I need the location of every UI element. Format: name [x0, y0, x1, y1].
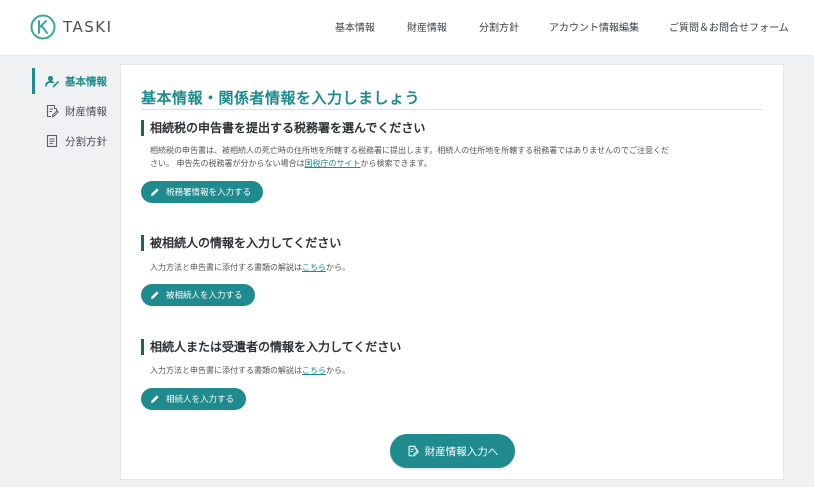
sidebar-item-label: 財産情報	[65, 105, 107, 118]
sidebar: 基本情報 財産情報 分割方針	[32, 66, 114, 156]
desc-text: 入力方法と申告書に添付する書類の解説は	[150, 366, 302, 375]
button-label: 相続人を入力する	[166, 395, 235, 405]
brand-name: TASKI	[63, 18, 113, 36]
section-decedent-heading: 被相続人の情報を入力してください	[141, 235, 341, 251]
enter-tax-office-button[interactable]: 税務署情報を入力する	[141, 181, 264, 203]
desc-line-1: 相続税の申告書は、被相続人の死亡時の住所地を所轄する税務署に提出します。相続人の…	[150, 146, 669, 155]
section-heirs-description: 入力方法と申告書に添付する書類の解説はこちらから。	[150, 364, 350, 377]
enter-heir-button[interactable]: 相続人を入力する	[141, 388, 247, 410]
pencil-icon	[151, 395, 159, 403]
taski-logo-icon	[30, 14, 56, 40]
button-label: 財産情報入力へ	[424, 445, 499, 458]
desc-line-2: さい。 申告先の税務署が分からない場合は国税庁のサイトから検索できます。	[150, 157, 760, 170]
guide-link[interactable]: こちら	[302, 366, 326, 375]
page-title: 基本情報・関係者情報を入力しましょう	[141, 89, 421, 107]
desc-text: さい。 申告先の税務署が分からない場合は	[150, 159, 305, 168]
guide-link[interactable]: こちら	[302, 263, 326, 272]
desc-text: 入力方法と申告書に添付する書類の解説は	[150, 263, 302, 272]
section-heirs-heading: 相続人または受遺者の情報を入力してください	[141, 339, 401, 355]
section-tax-office-description: 相続税の申告書は、被相続人の死亡時の住所地を所轄する税務署に提出します。相続人の…	[150, 144, 760, 170]
desc-text: から。	[326, 263, 350, 272]
sidebar-item-asset-info[interactable]: 財産情報	[32, 96, 114, 126]
section-decedent-description: 入力方法と申告書に添付する書類の解説はこちらから。	[150, 261, 350, 274]
desc-text: から検索できます。	[360, 159, 432, 168]
enter-decedent-button[interactable]: 被相続人を入力する	[141, 284, 255, 306]
sidebar-item-label: 基本情報	[65, 75, 107, 88]
go-to-asset-info-button[interactable]: 財産情報入力へ	[390, 434, 515, 468]
pencil-icon	[151, 291, 159, 299]
nav-inquiry-form[interactable]: ご質問＆お問合せフォーム	[669, 19, 789, 34]
logo[interactable]: TASKI	[30, 14, 113, 40]
document-icon	[46, 134, 58, 148]
title-divider	[141, 109, 763, 110]
nav-account-edit[interactable]: アカウント情報編集	[549, 19, 639, 34]
main-card: 基本情報・関係者情報を入力しましょう 相続税の申告書を提出する税務署を選んでくだ…	[120, 64, 784, 480]
sidebar-item-division-policy[interactable]: 分割方針	[32, 126, 114, 156]
button-label: 被相続人を入力する	[166, 291, 243, 301]
top-header: TASKI 基本情報 財産情報 分割方針 アカウント情報編集 ご質問＆お問合せフ…	[0, 0, 814, 56]
nav-division-policy[interactable]: 分割方針	[479, 19, 519, 34]
nav-asset-info[interactable]: 財産情報	[407, 19, 447, 34]
document-edit-icon	[408, 445, 419, 457]
person-icon	[45, 75, 59, 88]
desc-text: から。	[326, 366, 350, 375]
sidebar-item-basic-info[interactable]: 基本情報	[32, 66, 114, 96]
button-label: 税務署情報を入力する	[166, 188, 252, 198]
nta-site-link[interactable]: 国税庁のサイト	[305, 159, 361, 168]
sidebar-item-label: 分割方針	[65, 135, 107, 148]
nav-basic-info[interactable]: 基本情報	[335, 19, 375, 34]
document-edit-icon	[46, 104, 59, 118]
pencil-icon	[151, 188, 159, 196]
section-tax-office-heading: 相続税の申告書を提出する税務署を選んでください	[141, 120, 425, 136]
